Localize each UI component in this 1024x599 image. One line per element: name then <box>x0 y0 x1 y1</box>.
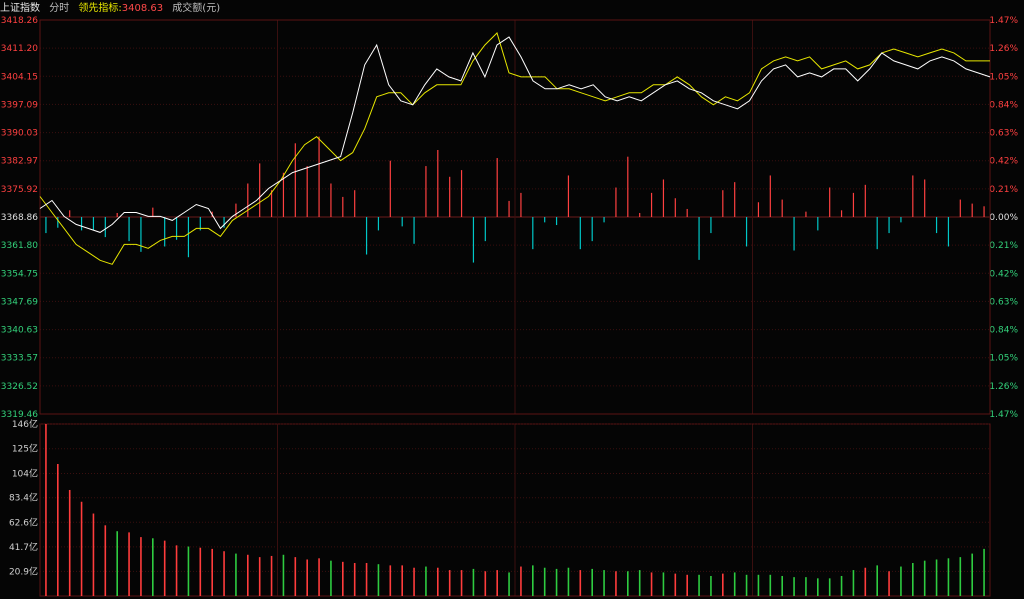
price-axis-label: 3333.57 <box>1 354 38 364</box>
percent-axis-label: 0.42% <box>989 157 1018 167</box>
price-axis-label: 3382.97 <box>1 157 38 167</box>
volume-axis-label: 146亿 <box>12 418 38 430</box>
leading-indicator-text: 领先指标: <box>78 3 122 14</box>
price-axis-label: 3397.09 <box>1 100 38 110</box>
percent-axis-label: 0.63% <box>989 297 1018 307</box>
percent-axis-label: 1.05% <box>989 354 1018 364</box>
percent-axis-label: 1.05% <box>989 72 1018 82</box>
price-axis-label: 3390.03 <box>1 129 38 139</box>
price-axis-label: 3319.46 <box>1 410 38 420</box>
percent-axis-label: 0.21% <box>989 241 1018 251</box>
percent-axis-label: 0.84% <box>989 100 1018 110</box>
volume-axis-label: 41.7亿 <box>9 541 38 553</box>
price-axis-label: 3361.80 <box>1 241 38 251</box>
index-name: 上证指数 <box>0 3 40 14</box>
percent-axis-label: 1.26% <box>989 382 1018 392</box>
chart-header: 上证指数 分时 领先指标:3408.63 成交额(元) <box>0 0 1024 18</box>
volume-axis-label: 83.4亿 <box>9 492 38 504</box>
price-axis-label: 3375.92 <box>1 185 38 195</box>
intraday-chart-window: 3418.26 1.47% 3411.20 1.26% 3404.15 1.05% 3397… <box>0 0 1024 599</box>
price-axis-label: 3411.20 <box>1 44 38 54</box>
percent-axis-label: 1.47% <box>989 410 1018 420</box>
price-axis-label: 3326.52 <box>1 382 38 392</box>
volume-axis-label: 62.6亿 <box>9 516 38 528</box>
leading-indicator-label: 领先指标:3408.63 <box>78 3 163 14</box>
price-axis-label: 3404.15 <box>1 72 38 82</box>
timeframe-label[interactable]: 分时 <box>49 3 69 14</box>
price-axis-label: 3368.86 <box>1 213 38 223</box>
volume-unit-label: 成交额(元) <box>172 3 221 14</box>
chart-background <box>0 0 1024 599</box>
percent-axis-label: 0.21% <box>989 185 1018 195</box>
price-axis-label: 3340.63 <box>1 326 38 336</box>
leading-indicator-value: 3408.63 <box>121 3 164 14</box>
price-axis-label: 3354.75 <box>1 269 38 279</box>
percent-axis-label: 1.26% <box>989 44 1018 54</box>
percent-axis-label: 0.42% <box>989 269 1018 279</box>
volume-axis-label: 125亿 <box>12 443 38 455</box>
volume-axis-label: 20.9亿 <box>9 565 38 577</box>
percent-axis-label: 0.63% <box>989 129 1018 139</box>
percent-axis-label: 0.00% <box>989 213 1018 223</box>
percent-axis-label: 0.84% <box>989 326 1018 336</box>
price-axis-label: 3347.69 <box>1 297 38 307</box>
volume-axis-label: 104亿 <box>12 467 38 479</box>
chart-canvas[interactable]: 3418.26 1.47%3411.20 1.26%3404.15 1.05%3397… <box>0 0 1024 599</box>
